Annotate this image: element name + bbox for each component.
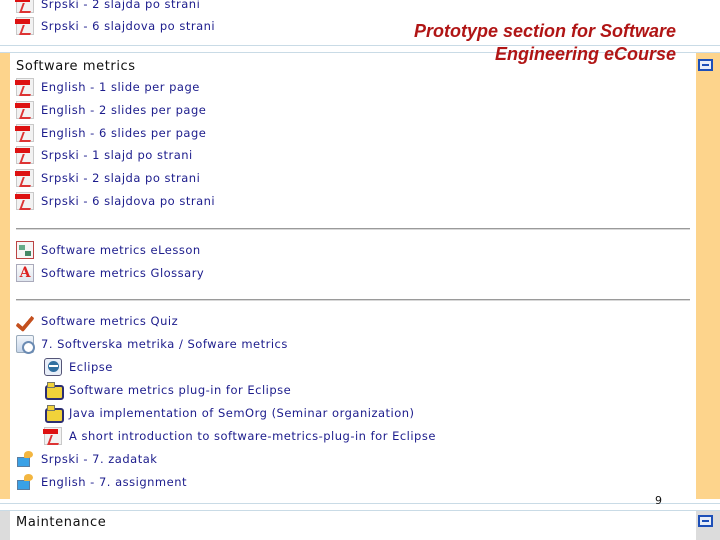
section-title: Maintenance xyxy=(16,515,107,530)
horizontal-rule xyxy=(16,299,690,301)
pdf-icon xyxy=(15,78,34,96)
list-item[interactable]: English - 7. assignment xyxy=(16,472,187,492)
list-item[interactable]: English - 1 slide per page xyxy=(15,77,200,97)
item-label[interactable]: English - 6 slides per page xyxy=(41,126,206,140)
pdf-icon xyxy=(15,192,34,210)
resource-folder-icon xyxy=(16,335,35,354)
pdf-icon xyxy=(15,124,34,142)
item-label[interactable]: Srpski - 6 slajdova po strani xyxy=(41,194,215,208)
list-item[interactable]: Software metrics Quiz xyxy=(16,311,178,331)
item-label[interactable]: A short introduction to software-metrics… xyxy=(69,429,436,443)
list-item[interactable]: Eclipse xyxy=(44,357,113,377)
list-item[interactable]: Srpski - 1 slajd po strani xyxy=(15,145,193,165)
glossary-icon: A xyxy=(16,264,34,282)
elesson-icon xyxy=(16,241,34,259)
section-right-bar xyxy=(696,511,720,540)
section-divider xyxy=(0,503,720,504)
list-item[interactable]: A Software metrics Glossary xyxy=(16,263,204,283)
item-label[interactable]: Software metrics eLesson xyxy=(41,243,201,257)
list-item[interactable]: A short introduction to software-metrics… xyxy=(43,426,436,446)
item-label[interactable]: Srpski - 2 slajda po strani xyxy=(41,171,200,185)
list-item[interactable]: Java implementation of SemOrg (Seminar o… xyxy=(44,403,415,423)
quiz-icon xyxy=(16,312,34,330)
pdf-icon xyxy=(15,17,34,35)
item-label[interactable]: 7. Softverska metrika / Sofware metrics xyxy=(41,337,288,351)
section-content: Maintenance xyxy=(10,511,696,540)
section-right-bar xyxy=(696,53,720,499)
section-software-metrics: Software metrics English - 1 slide per p… xyxy=(0,53,720,499)
collapse-section-button[interactable] xyxy=(698,59,713,71)
eclipse-icon xyxy=(44,358,62,376)
item-label[interactable]: Eclipse xyxy=(69,360,113,374)
section-left-bar xyxy=(0,511,10,540)
collapse-section-button[interactable] xyxy=(698,515,713,527)
list-item[interactable]: Srpski - 2 slajda po strani xyxy=(15,0,200,14)
item-label[interactable]: Srpski - 1 slajd po strani xyxy=(41,148,193,162)
pdf-icon xyxy=(15,101,34,119)
pdf-icon xyxy=(15,0,34,13)
list-item[interactable]: Srpski - 7. zadatak xyxy=(16,449,157,469)
pdf-icon xyxy=(43,427,62,445)
list-item[interactable]: English - 2 slides per page xyxy=(15,100,206,120)
horizontal-rule xyxy=(16,228,690,230)
item-label[interactable]: Software metrics plug-in for Eclipse xyxy=(69,383,291,397)
page-number: 9 xyxy=(655,494,662,507)
section-maintenance: Maintenance xyxy=(0,511,720,540)
section-left-bar xyxy=(0,53,10,499)
item-label[interactable]: Software metrics Quiz xyxy=(41,314,178,328)
list-item[interactable]: Srpski - 2 slajda po strani xyxy=(15,168,200,188)
section-title: Software metrics xyxy=(16,59,136,74)
list-item[interactable]: Software metrics plug-in for Eclipse xyxy=(44,380,291,400)
item-label[interactable]: Software metrics Glossary xyxy=(41,266,204,280)
slide-title: Prototype section for Software Engineerin… xyxy=(413,21,676,64)
item-label[interactable]: English - 7. assignment xyxy=(41,475,187,489)
item-label[interactable]: English - 2 slides per page xyxy=(41,103,206,117)
plugin-icon xyxy=(44,381,64,400)
list-item[interactable]: 7. Softverska metrika / Sofware metrics xyxy=(16,334,288,354)
item-label[interactable]: Java implementation of SemOrg (Seminar o… xyxy=(69,406,415,420)
list-item[interactable]: English - 6 slides per page xyxy=(15,123,206,143)
plugin-icon xyxy=(44,404,64,423)
item-label[interactable]: Srpski - 7. zadatak xyxy=(41,452,157,466)
section-content: Software metrics English - 1 slide per p… xyxy=(10,53,696,499)
assignment-icon xyxy=(16,450,34,468)
pdf-icon xyxy=(15,169,34,187)
pdf-icon xyxy=(15,146,34,164)
item-label[interactable]: English - 1 slide per page xyxy=(41,80,200,94)
list-item[interactable]: Srpski - 6 slajdova po strani xyxy=(15,191,215,211)
item-label[interactable]: Srpski - 6 slajdova po strani xyxy=(41,19,215,33)
list-item[interactable]: Software metrics eLesson xyxy=(16,240,201,260)
list-item[interactable]: Srpski - 6 slajdova po strani xyxy=(15,16,215,36)
item-label[interactable]: Srpski - 2 slajda po strani xyxy=(41,0,200,11)
assignment-icon xyxy=(16,473,34,491)
